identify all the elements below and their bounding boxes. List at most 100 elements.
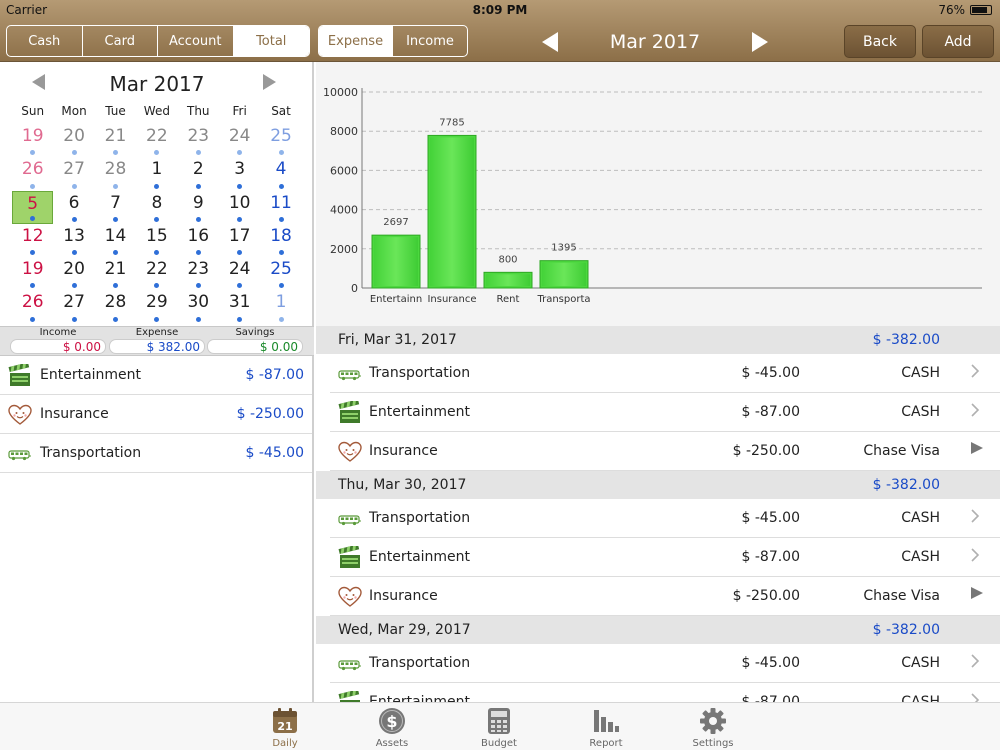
clock: 8:09 PM	[472, 3, 528, 17]
category-list: Entertainment $ -87.00 Insurance $ -250.00 T…	[0, 356, 312, 473]
transaction-row[interactable]: Entertainment $ -87.00 CASH	[330, 393, 1000, 432]
calendar-day[interactable]: 7	[95, 191, 136, 224]
calendar-day[interactable]: 13	[53, 224, 94, 257]
calendar-day[interactable]: 4	[260, 157, 301, 190]
day-has-entry-dot	[278, 283, 284, 289]
transaction-category: Insurance	[369, 588, 438, 604]
next-month-arrow-icon[interactable]	[748, 31, 770, 53]
calendar-day[interactable]: 22	[136, 257, 177, 290]
x-category-label: Transporta	[536, 294, 590, 305]
calendar-day-number: 11	[270, 192, 292, 213]
x-category-label: Entertainn	[370, 294, 422, 305]
calendar-day[interactable]: 14	[95, 224, 136, 257]
transaction-row[interactable]: Entertainment $ -87.00 CASH	[330, 683, 1000, 702]
calendar-day[interactable]: 26	[12, 157, 53, 190]
calendar-day[interactable]: 21	[95, 124, 136, 157]
transaction-row[interactable]: Entertainment $ -87.00 CASH	[330, 538, 1000, 577]
calendar-day[interactable]: 29	[136, 290, 177, 323]
day-has-entry-dot	[71, 283, 77, 289]
prev-month-arrow-icon[interactable]	[540, 31, 562, 53]
day-has-entry-dot	[154, 316, 160, 322]
tab-account[interactable]: Account	[158, 26, 234, 56]
day-has-entry-dot	[278, 150, 284, 156]
calendar-day[interactable]: 2	[178, 157, 219, 190]
transaction-account: CASH	[901, 549, 940, 565]
tab-budget[interactable]: Budget	[464, 706, 534, 749]
tab-income[interactable]: Income	[393, 26, 467, 56]
tab-daily[interactable]: 21 Daily	[250, 706, 320, 749]
calendar-day[interactable]: 1	[136, 157, 177, 190]
calendar-day[interactable]: 9	[178, 191, 219, 224]
calendar-day[interactable]: 15	[136, 224, 177, 257]
calendar-day[interactable]: 23	[178, 124, 219, 157]
calendar-day[interactable]: 5	[12, 190, 54, 224]
calendar-day[interactable]: 16	[178, 224, 219, 257]
calendar-day-number: 1	[275, 292, 287, 313]
category-row[interactable]: Transportation $ -45.00	[0, 434, 312, 473]
calendar-day[interactable]: 25	[260, 257, 301, 290]
tab-total[interactable]: Total	[233, 26, 309, 56]
calendar-day[interactable]: 28	[95, 290, 136, 323]
calendar-day-number: 29	[146, 292, 168, 313]
day-has-entry-dot	[154, 283, 160, 289]
category-amount: $ -45.00	[245, 445, 305, 461]
heart-face-icon	[338, 440, 362, 464]
calendar-day[interactable]: 30	[178, 290, 219, 323]
transaction-row[interactable]: Insurance $ -250.00 Chase Visa	[330, 432, 1000, 471]
calendar-day[interactable]: 31	[219, 290, 260, 323]
back-button[interactable]: Back	[844, 25, 916, 58]
tab-settings[interactable]: Settings	[678, 706, 748, 749]
day-total: $ -382.00	[872, 332, 940, 348]
calendar-day[interactable]: 27	[53, 290, 94, 323]
day-has-entry-dot	[154, 183, 160, 189]
calendar-day[interactable]: 11	[260, 191, 301, 224]
battery-percent: 76%	[938, 3, 965, 17]
weekday-header: Sun Mon Tue Wed Thu Fri Sat	[12, 104, 302, 118]
calendar-day[interactable]: 1	[260, 290, 301, 323]
calendar-day[interactable]: 25	[260, 124, 301, 157]
category-row[interactable]: Insurance $ -250.00	[0, 395, 312, 434]
category-row[interactable]: Entertainment $ -87.00	[0, 356, 312, 395]
transaction-row[interactable]: Insurance $ -250.00 Chase Visa	[330, 577, 1000, 616]
calendar-day[interactable]: 21	[95, 257, 136, 290]
calendar-day[interactable]: 27	[53, 157, 94, 190]
transaction-row[interactable]: Transportation $ -45.00 CASH	[330, 644, 1000, 683]
tab-report[interactable]: Report	[571, 706, 641, 749]
calendar-day[interactable]: 8	[136, 191, 177, 224]
calendar-day[interactable]: 24	[219, 257, 260, 290]
add-button[interactable]: Add	[922, 25, 994, 58]
transaction-account: Chase Visa	[863, 588, 940, 604]
tab-card[interactable]: Card	[83, 26, 158, 56]
calendar-day[interactable]: 6	[53, 191, 94, 224]
tab-expense[interactable]: Expense	[319, 26, 393, 56]
calendar-day[interactable]: 23	[178, 257, 219, 290]
calendar-day[interactable]: 24	[219, 124, 260, 157]
transaction-row[interactable]: Transportation $ -45.00 CASH	[330, 499, 1000, 538]
weekday-wed: Wed	[143, 104, 170, 118]
calendar-day[interactable]: 3	[219, 157, 260, 190]
category-name: Transportation	[40, 445, 142, 461]
day-section-header: Thu, Mar 30, 2017 $ -382.00	[316, 471, 1000, 499]
bar-data-label: 1395	[551, 243, 576, 254]
calendar-day[interactable]: 20	[53, 124, 94, 157]
calendar-day[interactable]: 28	[95, 157, 136, 190]
calendar-day[interactable]: 10	[219, 191, 260, 224]
calendar-day[interactable]: 19	[12, 124, 53, 157]
calendar-day[interactable]: 22	[136, 124, 177, 157]
calendar-day[interactable]: 18	[260, 224, 301, 257]
transaction-row[interactable]: Transportation $ -45.00 CASH	[330, 354, 1000, 393]
play-arrow-icon[interactable]	[970, 586, 984, 604]
calendar-day[interactable]: 12	[12, 224, 53, 257]
play-arrow-icon[interactable]	[970, 441, 984, 459]
calendar-day[interactable]: 20	[53, 257, 94, 290]
calendar-next-arrow-icon[interactable]	[258, 74, 280, 96]
calendar-day[interactable]: 26	[12, 290, 53, 323]
bus-icon	[338, 507, 362, 531]
account-filter-segmented-control: Cash Card Account Total	[6, 25, 310, 57]
tab-assets[interactable]: $ Assets	[357, 706, 427, 749]
calendar-day-number: 26	[21, 292, 44, 313]
calendar-day[interactable]: 19	[12, 257, 53, 290]
tab-cash[interactable]: Cash	[7, 26, 83, 56]
expense-summary: Expense $ 382.00	[109, 327, 205, 357]
calendar-day[interactable]: 17	[219, 224, 260, 257]
